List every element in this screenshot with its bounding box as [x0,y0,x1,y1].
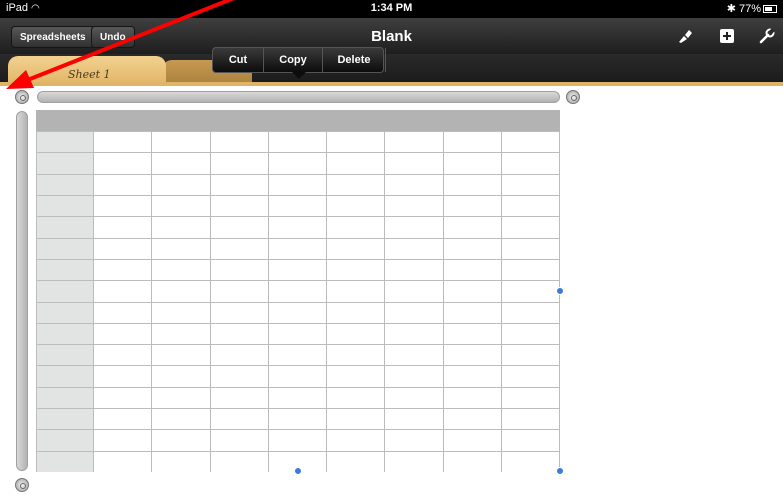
sheet-tab-label: Sheet 1 [68,68,111,81]
header-column [36,131,94,472]
paintbrush-icon[interactable] [676,27,694,45]
spreadsheet-table[interactable] [36,110,560,472]
table-grid [36,110,560,472]
column-header-bar[interactable] [37,91,560,103]
context-menu-pointer [292,72,306,79]
copy-menu-item[interactable]: Copy [264,48,323,72]
row-resize-handle[interactable] [15,478,29,492]
status-time: 1:34 PM [370,2,413,14]
battery-status: ✱ 77% [727,2,777,15]
status-bar: iPad ◠ 1:34 PM ✱ 77% [0,0,783,18]
bottom-selection-handle[interactable] [294,467,302,475]
battery-icon [763,5,777,14]
context-menu: Cut Copy Delete [212,47,386,79]
battery-percent: 77% [738,3,761,15]
sheet-tab-bar: Sheet 1 [0,54,783,86]
table-select-handle[interactable] [15,90,29,104]
wrench-icon[interactable] [758,27,776,45]
cut-menu-item[interactable]: Cut [213,48,264,72]
row-header-bar[interactable] [16,111,28,471]
bluetooth-icon: ✱ [726,3,739,15]
right-selection-handle[interactable] [556,287,564,295]
column-resize-handle[interactable] [566,90,580,104]
plus-icon[interactable] [718,27,736,45]
header-row [36,110,560,131]
corner-selection-handle[interactable] [556,467,564,475]
document-title: Blank [371,28,412,45]
toolbar: Spreadsheets Undo Blank [0,18,783,54]
tab-strip [0,82,783,86]
delete-menu-item[interactable]: Delete [323,48,386,72]
